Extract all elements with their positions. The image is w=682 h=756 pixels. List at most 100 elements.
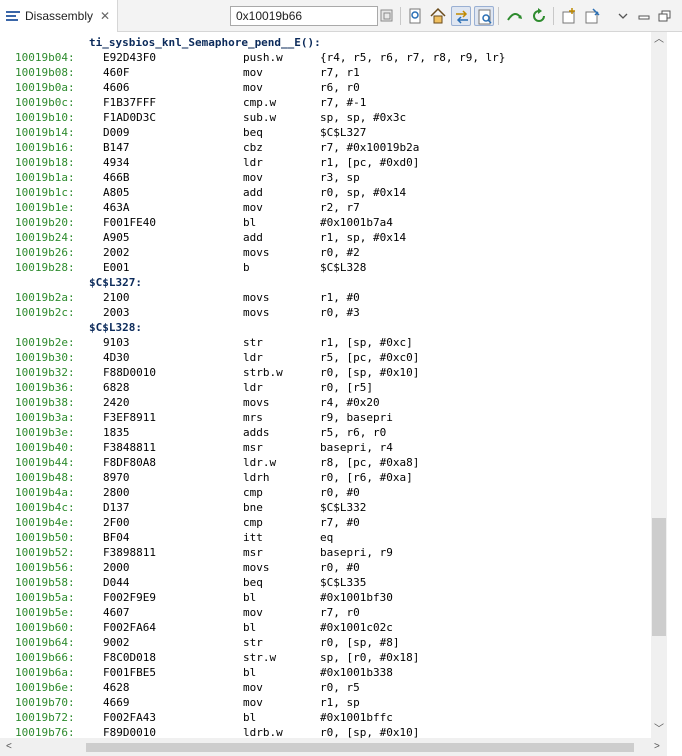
operands-text: r4, #0x20 <box>320 396 380 409</box>
minimize-icon[interactable] <box>634 6 654 26</box>
show-source-toggle-icon[interactable] <box>451 6 471 26</box>
vertical-scrollbar[interactable]: ︿ ﹀ <box>651 32 667 738</box>
mnemonic-text: str <box>243 336 263 349</box>
mnemonic-text: cmp <box>243 516 263 529</box>
instruction-row[interactable]: 10019b26: 2002 movs r0, #2 <box>0 245 651 260</box>
instruction-row[interactable]: 10019b56: 2000 movs r0, #0 <box>0 560 651 575</box>
instruction-row[interactable]: 10019b28: E001 b $C$L328 <box>0 260 651 275</box>
disassembly-icon <box>6 10 20 22</box>
instruction-row[interactable]: 10019b5a: F002F9E9 bl #0x1001bf30 <box>0 590 651 605</box>
opcode-text: 1835 <box>103 426 130 439</box>
instruction-row[interactable]: 10019b20: F001FE40 bl #0x1001b7a4 <box>0 215 651 230</box>
operands-text: r0, sp, #0x14 <box>320 186 407 199</box>
scroll-left-icon[interactable]: < <box>6 741 12 753</box>
address-input[interactable] <box>230 6 378 26</box>
opcode-text: F001FE40 <box>103 216 156 229</box>
scroll-down-icon[interactable]: ﹀ <box>654 724 664 736</box>
operands-text: r5, [pc, #0xc0] <box>320 351 420 364</box>
opcode-text: 4606 <box>103 81 130 94</box>
opcode-text: 466B <box>103 171 130 184</box>
instruction-row[interactable]: 10019b64: 9002 str r0, [sp, #8] <box>0 635 651 650</box>
disassembly-tab[interactable]: Disassembly ✕ <box>0 0 118 32</box>
opcode-text: 4669 <box>103 696 130 709</box>
label-row[interactable]: $C$L327: <box>0 275 651 290</box>
refresh-icon[interactable] <box>529 6 549 26</box>
instruction-row[interactable]: 10019b2a: 2100 movs r1, #0 <box>0 290 651 305</box>
scroll-right-icon[interactable]: > <box>654 741 660 753</box>
instruction-row[interactable]: 10019b32: F88D0010 strb.w r0, [sp, #0x10] <box>0 365 651 380</box>
instruction-row[interactable]: 10019b48: 8970 ldrh r0, [r6, #0xa] <box>0 470 651 485</box>
horizontal-scroll-thumb[interactable] <box>86 743 634 752</box>
instruction-row[interactable]: 10019b4a: 2800 cmp r0, #0 <box>0 485 651 500</box>
instruction-row[interactable]: 10019b1a: 466B mov r3, sp <box>0 170 651 185</box>
operands-text: r1, #0 <box>320 291 360 304</box>
instruction-row[interactable]: 10019b0c: F1B37FFF cmp.w r7, #-1 <box>0 95 651 110</box>
instruction-row[interactable]: 10019b2e: 9103 str r1, [sp, #0xc] <box>0 335 651 350</box>
step-over-icon[interactable] <box>505 6 525 26</box>
label-row[interactable]: $C$L328: <box>0 320 651 335</box>
instruction-row[interactable]: 10019b58: D044 beq $C$L335 <box>0 575 651 590</box>
opcode-text: F002FA43 <box>103 711 156 724</box>
instruction-row[interactable]: 10019b76: F89D0010 ldrb.w r0, [sp, #0x10] <box>0 725 651 738</box>
instruction-row[interactable]: 10019b5e: 4607 mov r7, r0 <box>0 605 651 620</box>
home-icon[interactable] <box>428 6 448 26</box>
address-text: 10019b60: <box>15 621 75 634</box>
instruction-row[interactable]: 10019b60: F002FA64 bl #0x1001c02c <box>0 620 651 635</box>
show-symbols-toggle-icon[interactable] <box>474 6 494 26</box>
instruction-row[interactable]: 10019b08: 460F mov r7, r1 <box>0 65 651 80</box>
instruction-row[interactable]: 10019b1c: A805 add r0, sp, #0x14 <box>0 185 651 200</box>
instruction-row[interactable]: 10019b1e: 463A mov r2, r7 <box>0 200 651 215</box>
instruction-row[interactable]: 10019b18: 4934 ldr r1, [pc, #0xd0] <box>0 155 651 170</box>
mnemonic-text: msr <box>243 546 263 559</box>
instruction-row[interactable]: 10019b72: F002FA43 bl #0x1001bffc <box>0 710 651 725</box>
instruction-row[interactable]: 10019b4e: 2F00 cmp r7, #0 <box>0 515 651 530</box>
address-text: 10019b0a: <box>15 81 75 94</box>
operands-text: r1, [pc, #0xd0] <box>320 156 420 169</box>
instruction-row[interactable]: 10019b14: D009 beq $C$L327 <box>0 125 651 140</box>
horizontal-scrollbar[interactable]: < > <box>0 738 667 756</box>
view-menu-icon[interactable] <box>613 6 633 26</box>
instruction-row[interactable]: 10019b4c: D137 bne $C$L332 <box>0 500 651 515</box>
instruction-row[interactable]: 10019b66: F8C0D018 str.w sp, [r0, #0x18] <box>0 650 651 665</box>
code-label: $C$L327: <box>89 276 142 289</box>
instruction-row[interactable]: 10019b38: 2420 movs r4, #0x20 <box>0 395 651 410</box>
mnemonic-text: movs <box>243 291 270 304</box>
instruction-row[interactable]: 10019b70: 4669 mov r1, sp <box>0 695 651 710</box>
instruction-row[interactable]: 10019b50: BF04 itt eq <box>0 530 651 545</box>
instruction-row[interactable]: 10019b44: F8DF80A8 ldr.w r8, [pc, #0xa8] <box>0 455 651 470</box>
mnemonic-text: b <box>243 261 250 274</box>
label-row[interactable]: ti_sysbios_knl_Semaphore_pend__E(): <box>0 35 651 50</box>
operands-text: #0x1001bffc <box>320 711 393 724</box>
show-address-icon[interactable] <box>405 6 425 26</box>
mnemonic-text: bne <box>243 501 263 514</box>
instruction-row[interactable]: 10019b30: 4D30 ldr r5, [pc, #0xc0] <box>0 350 651 365</box>
maximize-icon[interactable] <box>655 6 675 26</box>
new-view-icon[interactable] <box>560 6 580 26</box>
instruction-row[interactable]: 10019b3a: F3EF8911 mrs r9, basepri <box>0 410 651 425</box>
instruction-row[interactable]: 10019b3e: 1835 adds r5, r6, r0 <box>0 425 651 440</box>
instruction-row[interactable]: 10019b24: A905 add r1, sp, #0x14 <box>0 230 651 245</box>
instruction-row[interactable]: 10019b0a: 4606 mov r6, r0 <box>0 80 651 95</box>
mnemonic-text: ldr.w <box>243 456 277 469</box>
instruction-row[interactable]: 10019b6e: 4628 mov r0, r5 <box>0 680 651 695</box>
operands-text: sp, [r0, #0x18] <box>320 651 420 664</box>
vertical-scroll-thumb[interactable] <box>652 518 666 636</box>
instruction-row[interactable]: 10019b04: E92D43F0 push.w {r4, r5, r6, r7, … <box>0 50 651 65</box>
instruction-row[interactable]: 10019b2c: 2003 movs r0, #3 <box>0 305 651 320</box>
address-text: 10019b56: <box>15 561 75 574</box>
instruction-row[interactable]: 10019b40: F3848811 msr basepri, r4 <box>0 440 651 455</box>
operands-text: r6, r0 <box>320 81 360 94</box>
instruction-row[interactable]: 10019b36: 6828 ldr r0, [r5] <box>0 380 651 395</box>
mnemonic-text: mov <box>243 171 263 184</box>
disassembly-listing[interactable]: ti_sysbios_knl_Semaphore_pend__E(): 10019… <box>0 32 651 738</box>
scroll-up-icon[interactable]: ︿ <box>654 34 664 46</box>
instruction-row[interactable]: 10019b52: F3898811 msr basepri, r9 <box>0 545 651 560</box>
opcode-text: 4D30 <box>103 351 130 364</box>
instruction-row[interactable]: 10019b6a: F001FBE5 bl #0x1001b338 <box>0 665 651 680</box>
address-text: 10019b1a: <box>15 171 75 184</box>
instruction-row[interactable]: 10019b16: B147 cbz r7, #0x10019b2a <box>0 140 651 155</box>
close-icon[interactable]: ✕ <box>100 9 110 23</box>
instruction-row[interactable]: 10019b10: F1AD0D3C sub.w sp, sp, #0x3c <box>0 110 651 125</box>
go-to-address-icon[interactable] <box>377 6 397 26</box>
pin-view-icon[interactable] <box>583 6 603 26</box>
